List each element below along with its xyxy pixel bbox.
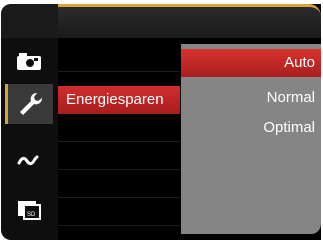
menu-row-empty	[58, 44, 180, 72]
menu-item-energiesparen[interactable]: Energiesparen	[58, 86, 180, 114]
option-label: Optimal	[263, 119, 315, 136]
sidebar-item-connectivity[interactable]	[5, 140, 53, 180]
sd-card-icon: SD	[18, 201, 41, 220]
menu-row-empty	[58, 114, 180, 142]
option-normal[interactable]: Normal	[181, 84, 321, 112]
menu-row-empty	[58, 198, 180, 226]
connectivity-icon	[17, 155, 39, 166]
sidebar-item-camera[interactable]	[5, 42, 53, 82]
option-auto[interactable]: Auto	[181, 49, 321, 77]
menu-item-label: Energiesparen	[66, 91, 164, 108]
sidebar-header	[1, 4, 58, 38]
menu-sidebar: SD	[1, 4, 58, 240]
svg-text:SD: SD	[27, 212, 36, 218]
camera-icon	[17, 53, 41, 70]
menu-row-empty	[58, 142, 180, 170]
option-label: Normal	[266, 89, 315, 106]
wrench-icon	[19, 92, 42, 115]
option-optimal[interactable]: Optimal	[181, 114, 321, 142]
option-label: Auto	[284, 54, 315, 71]
sidebar-item-setup[interactable]	[5, 84, 53, 124]
options-panel: Auto Normal Optimal	[181, 44, 321, 234]
menu-title-bar	[58, 4, 321, 38]
camera-menu-screen: SD Energiesparen Auto Normal Optimal	[0, 0, 323, 242]
menu-row-empty	[58, 170, 180, 198]
sidebar-item-playback[interactable]: SD	[5, 190, 53, 230]
